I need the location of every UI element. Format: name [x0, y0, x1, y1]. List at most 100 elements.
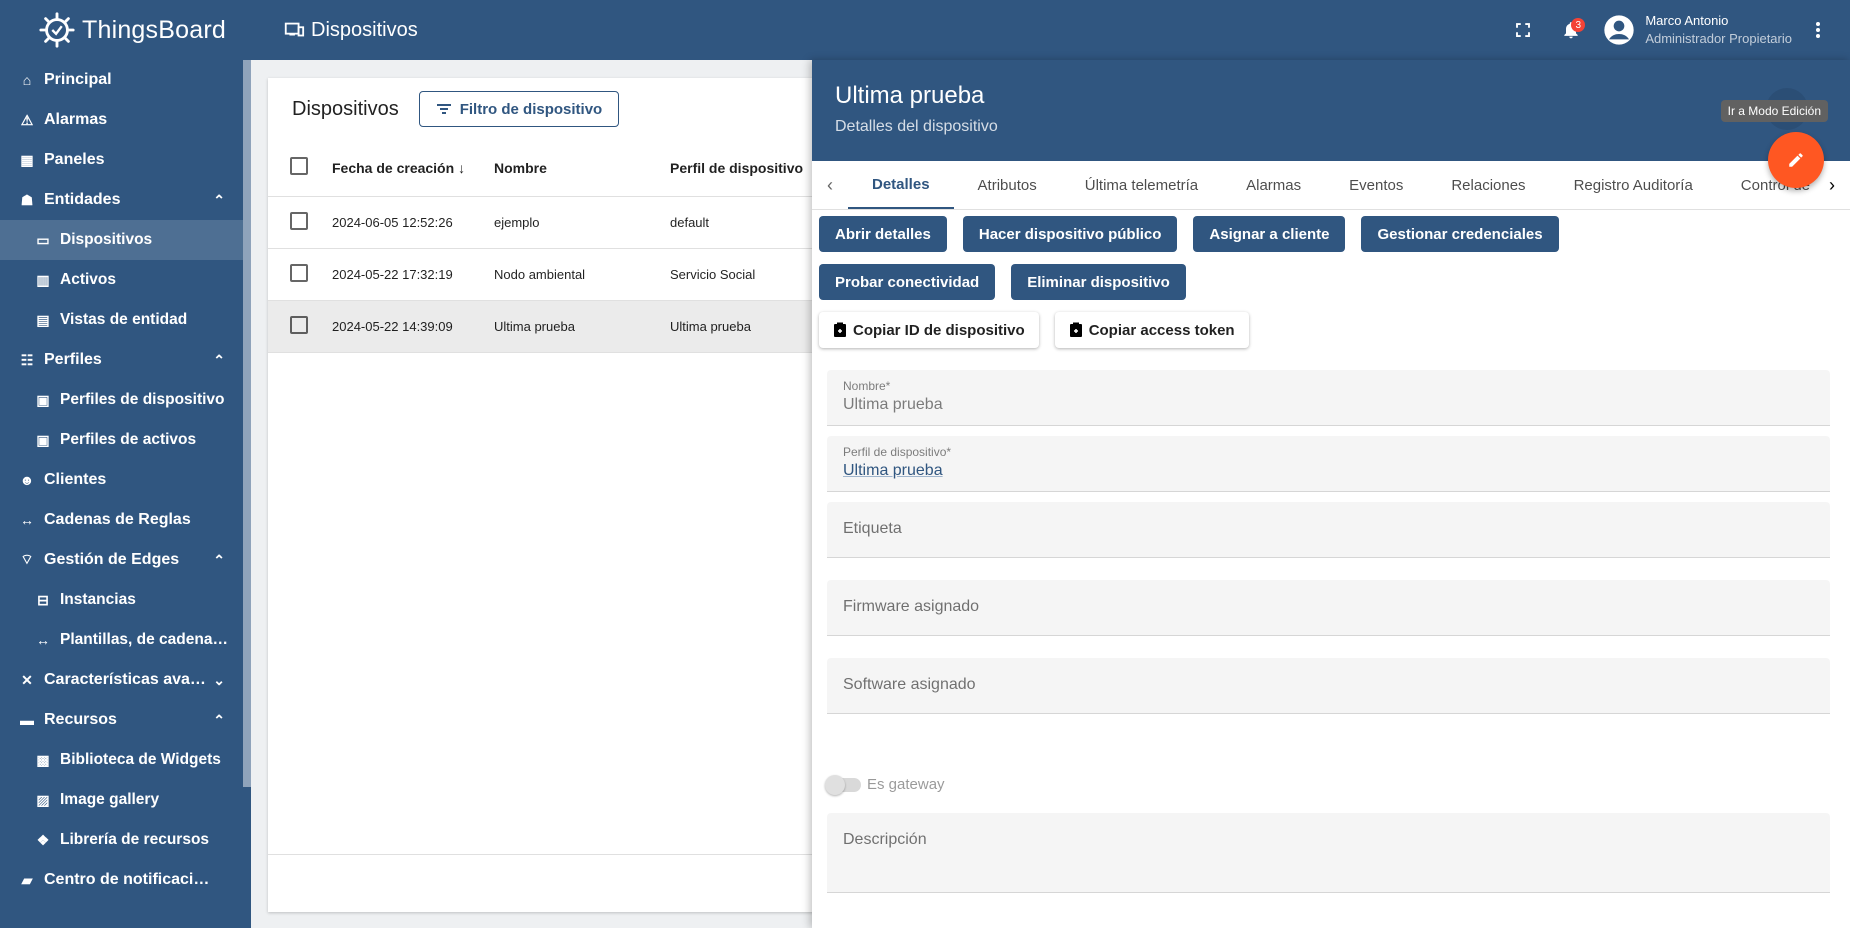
- action-button-5[interactable]: Eliminar dispositivo: [1011, 264, 1186, 300]
- action-button-2[interactable]: Asignar a cliente: [1193, 216, 1346, 252]
- tab-5[interactable]: Relaciones: [1427, 161, 1549, 209]
- devices-icon: [284, 22, 305, 37]
- topbar-actions: 3 Marco Antonio Administrador Propietari…: [1503, 0, 1850, 60]
- label-field[interactable]: Etiqueta: [827, 502, 1830, 558]
- sidebar-item-label: Clientes: [44, 471, 107, 488]
- sidebar-item-17[interactable]: ▩ Biblioteca de Widgets: [0, 740, 243, 780]
- clipboard-icon: [1069, 322, 1082, 337]
- sidebar-item-label: Perfiles de activos: [60, 431, 197, 448]
- device-profile-field[interactable]: Perfil de dispositivo* Ultima prueba: [827, 436, 1830, 492]
- sidebar-item-6[interactable]: ▤ Vistas de entidad: [0, 300, 243, 340]
- table-footer: [268, 854, 848, 912]
- table-row[interactable]: 2024-05-22 17:32:19 Nodo ambiental Servici…: [268, 248, 848, 301]
- sidebar-item-13[interactable]: ⊟ Instancias: [0, 580, 243, 620]
- row-checkbox[interactable]: [290, 263, 308, 282]
- sidebar-item-label: Gestión de Edges: [44, 551, 180, 568]
- gateway-toggle[interactable]: [825, 774, 861, 795]
- label-field-placeholder: Etiqueta: [843, 520, 902, 537]
- software-field[interactable]: Software asignado: [827, 658, 1830, 714]
- sidebar-item-2[interactable]: ▦ Paneles: [0, 140, 243, 180]
- fullscreen-icon[interactable]: [1503, 10, 1543, 50]
- chevron-up-icon: ⌃: [213, 552, 225, 568]
- column-header-name[interactable]: Nombre: [494, 140, 670, 197]
- page-title: Dispositivos: [283, 19, 418, 42]
- warning-icon: ⚠: [20, 111, 34, 128]
- tab-3[interactable]: Alarmas: [1222, 161, 1325, 209]
- sidebar-scrollbar[interactable]: [243, 60, 251, 787]
- firmware-field-placeholder: Firmware asignado: [843, 598, 980, 615]
- sidebar-item-label: Cadenas de Reglas: [44, 511, 191, 528]
- software-field-placeholder: Software asignado: [843, 676, 976, 693]
- gateway-toggle-row: Es gateway: [825, 774, 945, 795]
- more-vert-icon[interactable]: [1798, 10, 1838, 50]
- edge-icon: ⌔: [20, 551, 34, 567]
- tab-4[interactable]: Eventos: [1325, 161, 1427, 209]
- device-filter-button[interactable]: Filtro de dispositivo: [418, 91, 620, 127]
- page-title-text: Dispositivos: [311, 18, 418, 41]
- column-header-created[interactable]: Fecha de creación ↓: [332, 140, 494, 197]
- copy-device-id-button[interactable]: Copiar ID de dispositivo: [819, 312, 1039, 348]
- sidebar-item-label: Plantillas, de cadena de...: [60, 631, 230, 648]
- sidebar-item-1[interactable]: ⚠ Alarmas: [0, 100, 243, 140]
- sidebar-item-14[interactable]: ↔ Plantillas, de cadena de...: [0, 620, 243, 660]
- sidebar-item-9[interactable]: ▣ Perfiles de activos: [0, 420, 243, 460]
- row-checkbox[interactable]: [290, 211, 308, 230]
- sidebar-item-label: Perfiles: [44, 351, 102, 368]
- description-field[interactable]: Descripción: [827, 813, 1830, 893]
- sidebar-item-label: Entidades: [44, 191, 121, 208]
- sidebar-item-0[interactable]: ⌂ Principal: [0, 60, 243, 100]
- chevron-down-icon: ⌄: [213, 672, 225, 688]
- tabs-scroll-left-icon[interactable]: ‹: [812, 161, 848, 209]
- dashboard-icon: ▦: [20, 151, 34, 168]
- row-checkbox[interactable]: [290, 315, 308, 334]
- select-all-checkbox[interactable]: [290, 157, 308, 176]
- name-field[interactable]: Nombre* Ultima prueba: [827, 370, 1830, 426]
- action-button-4[interactable]: Probar conectividad: [819, 264, 996, 300]
- firmware-field[interactable]: Firmware asignado: [827, 580, 1830, 636]
- tab-2[interactable]: Última telemetría: [1061, 161, 1222, 209]
- name-field-label: Nombre*: [843, 379, 891, 393]
- entity-view-icon: ▤: [36, 311, 50, 328]
- pencil-icon: [1789, 153, 1803, 167]
- notification-count-badge: 3: [1571, 18, 1586, 32]
- device-profile-link[interactable]: Ultima prueba: [843, 462, 1830, 480]
- tab-1[interactable]: Atributos: [954, 161, 1061, 209]
- tab-0[interactable]: Detalles: [848, 161, 954, 209]
- sidebar-item-15[interactable]: ✕ Características avanzad...⌄: [0, 660, 243, 700]
- action-button-3[interactable]: Gestionar credenciales: [1361, 216, 1559, 252]
- notifications-bell-icon[interactable]: 3: [1551, 10, 1591, 50]
- tools-icon: ✕: [21, 671, 33, 688]
- copy-access-token-button[interactable]: Copiar access token: [1054, 312, 1249, 348]
- sidebar-item-7[interactable]: ☷ Perfiles ⌃: [0, 340, 243, 380]
- sidebar-item-label: Biblioteca de Widgets: [60, 751, 221, 768]
- brand[interactable]: ThingsBoard: [0, 0, 251, 60]
- rule-chain-template-icon: ↔: [36, 632, 50, 648]
- sidebar-item-4[interactable]: ▭ Dispositivos: [0, 220, 243, 260]
- sidebar: ThingsBoard ⌂ Principal ⚠ Alarmas ▦ Paneles ☗ E…: [0, 0, 251, 928]
- brand-name: ThingsBoard: [82, 15, 226, 44]
- action-button-0[interactable]: Abrir detalles: [819, 216, 947, 252]
- sidebar-item-5[interactable]: ▥ Activos: [0, 260, 243, 300]
- tab-6[interactable]: Registro Auditoría: [1550, 161, 1717, 209]
- sidebar-item-16[interactable]: ▬ Recursos ⌃: [0, 700, 243, 740]
- sidebar-item-19[interactable]: ❖ Librería de recursos: [0, 820, 243, 860]
- table-row[interactable]: 2024-05-22 14:39:09 Ultima prueba Ultima p…: [268, 300, 848, 353]
- sidebar-item-10[interactable]: ☻ Clientes: [0, 460, 243, 500]
- action-button-1[interactable]: Hacer dispositivo público: [962, 216, 1178, 252]
- row-name: Ultima prueba: [494, 300, 670, 353]
- clipboard-icon: [834, 322, 846, 337]
- sidebar-item-18[interactable]: ▨ Image gallery: [0, 780, 243, 820]
- edit-mode-button[interactable]: [1768, 132, 1824, 188]
- sidebar-item-3[interactable]: ☗ Entidades ⌃: [0, 180, 243, 220]
- user-menu[interactable]: Marco Antonio Administrador Propietario: [1603, 12, 1792, 48]
- sidebar-item-label: Recursos: [44, 711, 117, 728]
- sidebar-item-12[interactable]: ⌔ Gestión de Edges ⌃: [0, 540, 243, 580]
- copy-actions: Copiar ID de dispositivo Copiar access t…: [812, 300, 1850, 348]
- table-row[interactable]: 2024-06-05 12:52:26 ejemplo default: [268, 196, 848, 249]
- sidebar-item-label: Centro de notificaciones: [44, 871, 214, 888]
- sidebar-item-11[interactable]: ↔ Cadenas de Reglas: [0, 500, 243, 540]
- sidebar-item-20[interactable]: ▰ Centro de notificaciones: [0, 860, 243, 900]
- notification-center-icon: ▰: [21, 871, 33, 888]
- name-field-value: Ultima prueba: [843, 396, 943, 413]
- sidebar-item-8[interactable]: ▣ Perfiles de dispositivo: [0, 380, 243, 420]
